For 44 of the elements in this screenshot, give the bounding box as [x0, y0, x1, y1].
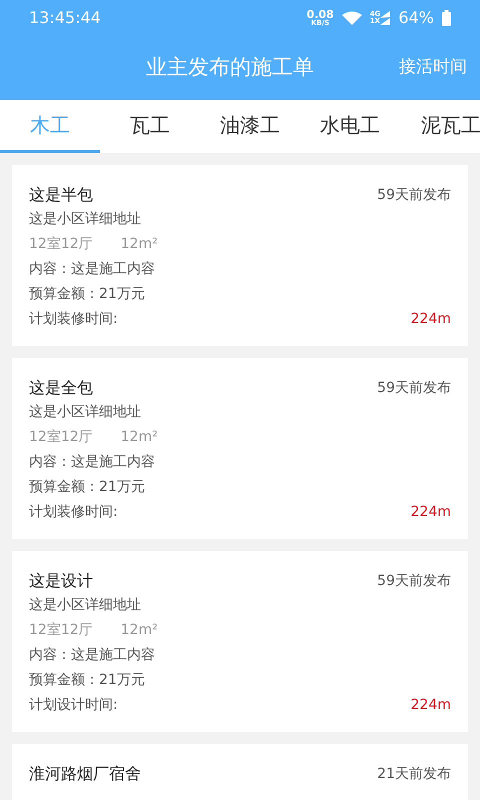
- area-text: 12m²: [120, 621, 158, 640]
- order-card[interactable]: 这是设计 59天前发布 这是小区详细地址 12室12厅 12m² 内容：这是施工内容 预算金额：21万元 计划设计时间: 224m: [12, 551, 468, 732]
- content-text: 内容：这是施工内容: [29, 646, 155, 665]
- content-text: 内容：这是施工内容: [29, 453, 155, 472]
- address-text: 这是小区详细地址: [29, 596, 141, 615]
- category-tab[interactable]: 水电工: [300, 100, 400, 153]
- distance-text: 224m: [410, 696, 451, 715]
- area-text: 12m²: [120, 428, 158, 447]
- budget-text: 预算金额：21万元: [29, 671, 145, 690]
- content-text: 内容：这是施工内容: [29, 260, 155, 279]
- status-time: 13:45:44: [29, 7, 101, 29]
- posted-time: 59天前发布: [377, 378, 451, 398]
- address-text: 这是小区详细地址: [29, 210, 141, 229]
- plan-time-label: 计划装修时间:: [29, 503, 118, 522]
- category-tab[interactable]: 泥瓦工: [400, 100, 480, 153]
- page-title: 业主发布的施工单: [146, 54, 314, 82]
- category-tab[interactable]: 油漆工: [200, 100, 300, 153]
- rooms-text: 12室12厅: [29, 428, 93, 447]
- order-title: 这是全包: [29, 377, 93, 399]
- order-title: 这是半包: [29, 184, 93, 206]
- plan-time-label: 计划设计时间:: [29, 696, 118, 715]
- order-title: 淮河路烟厂宿舍: [29, 763, 141, 785]
- budget-text: 预算金额：21万元: [29, 285, 145, 304]
- signal-icon: [380, 11, 390, 25]
- address-text: 这是小区详细地址: [29, 403, 141, 422]
- category-tab[interactable]: 瓦工: [100, 100, 200, 153]
- area-text: 12m²: [120, 235, 158, 254]
- plan-time-label: 计划装修时间:: [29, 310, 118, 329]
- order-card[interactable]: 这是半包 59天前发布 这是小区详细地址 12室12厅 12m² 内容：这是施工内容 预算金额：21万元 计划装修时间: 224m: [12, 165, 468, 346]
- posted-time: 21天前发布: [377, 764, 451, 784]
- posted-time: 59天前发布: [377, 186, 451, 204]
- rooms-text: 12室12厅: [29, 235, 93, 254]
- net-speed: 0.08: [306, 9, 334, 20]
- wifi-icon: [342, 11, 362, 25]
- order-card[interactable]: 淮河路烟厂宿舍 21天前发布: [12, 744, 468, 800]
- order-card[interactable]: 这是全包 59天前发布 这是小区详细地址 12室12厅 12m² 内容：这是施工内容 预算金额：21万元 计划装修时间: 224m: [12, 358, 468, 539]
- budget-text: 预算金额：21万元: [29, 478, 145, 497]
- distance-text: 224m: [410, 310, 451, 329]
- order-title: 这是设计: [29, 570, 93, 592]
- distance-text: 224m: [410, 503, 451, 522]
- posted-time: 59天前发布: [377, 572, 451, 590]
- battery-icon: [442, 10, 451, 26]
- rooms-text: 12室12厅: [29, 621, 93, 640]
- battery-percent: 64%: [398, 7, 434, 29]
